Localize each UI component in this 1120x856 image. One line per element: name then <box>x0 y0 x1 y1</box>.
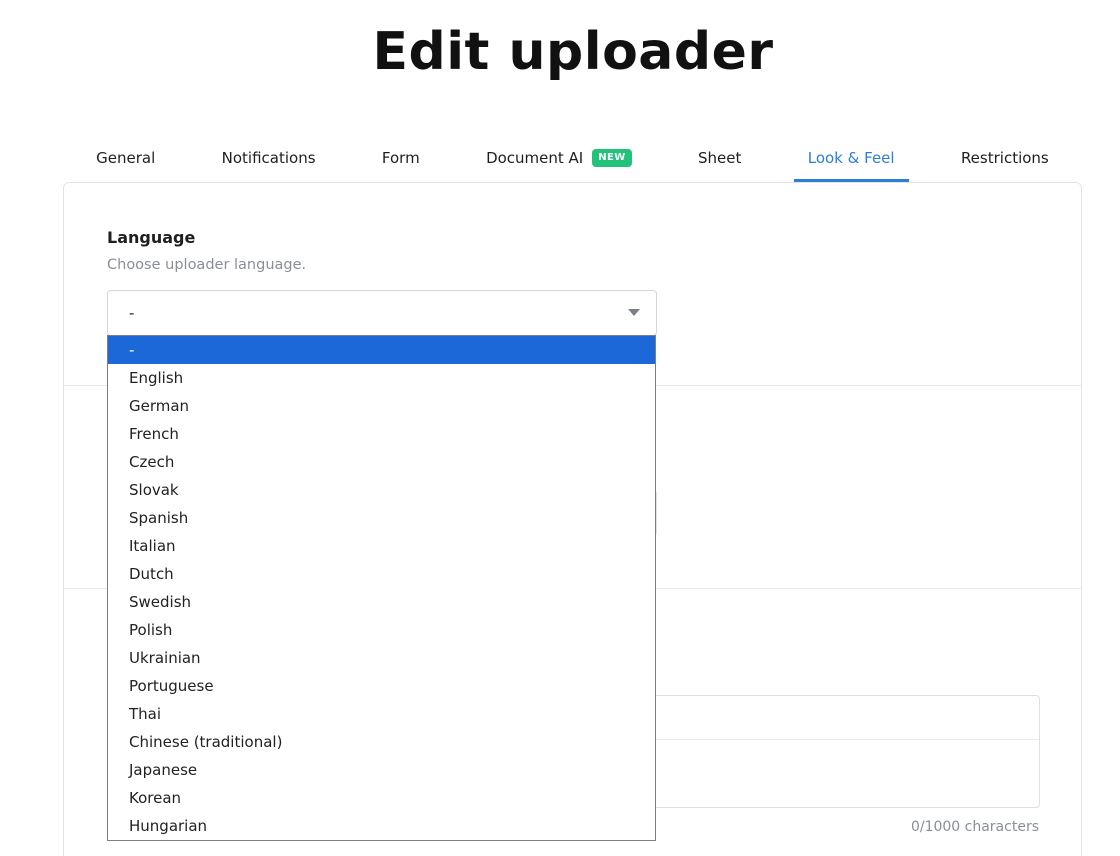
language-option-slovak[interactable]: Slovak <box>108 476 655 504</box>
tab-label: Sheet <box>698 149 742 167</box>
language-option-thai[interactable]: Thai <box>108 700 655 728</box>
tab-label: General <box>96 149 156 167</box>
language-label: Language <box>107 228 196 247</box>
language-option-portuguese[interactable]: Portuguese <box>108 672 655 700</box>
language-option-chinese-traditional[interactable]: Chinese (traditional) <box>108 728 655 756</box>
language-option-none[interactable]: - <box>108 336 655 364</box>
language-option-italian[interactable]: Italian <box>108 532 655 560</box>
character-counter: 0/1000 characters <box>910 819 1039 835</box>
tab-restrictions[interactable]: Restrictions <box>947 136 1063 182</box>
language-option-dutch[interactable]: Dutch <box>108 560 655 588</box>
tab-label: Form <box>381 149 420 167</box>
edit-uploader-page: Edit uploader General Notifications Form… <box>0 0 1120 856</box>
language-option-swedish[interactable]: Swedish <box>108 588 655 616</box>
tab-general[interactable]: General <box>82 136 169 182</box>
language-selected-value: - <box>129 304 135 322</box>
page-title: Edit uploader <box>372 22 774 82</box>
language-option-ukrainian[interactable]: Ukrainian <box>108 644 655 672</box>
tab-sheet[interactable]: Sheet <box>684 136 755 182</box>
chevron-down-icon <box>628 309 640 316</box>
language-dropdown-list[interactable]: - English German French Czech Slovak Spa… <box>107 335 656 841</box>
new-badge: NEW <box>592 149 632 167</box>
language-option-polish[interactable]: Polish <box>108 616 655 644</box>
language-option-english[interactable]: English <box>108 364 655 392</box>
tab-notifications[interactable]: Notifications <box>208 136 330 182</box>
language-option-korean[interactable]: Korean <box>108 784 655 812</box>
tab-label: Look & Feel <box>807 149 895 167</box>
language-option-czech[interactable]: Czech <box>108 448 655 476</box>
language-option-hungarian[interactable]: Hungarian <box>108 812 655 840</box>
language-option-spanish[interactable]: Spanish <box>108 504 655 532</box>
tab-form[interactable]: Form <box>368 136 434 182</box>
tab-label: Notifications <box>221 149 316 167</box>
language-option-french[interactable]: French <box>108 420 655 448</box>
tab-document-ai[interactable]: Document AI NEW <box>472 136 646 182</box>
language-help-text: Choose uploader language. <box>107 257 307 273</box>
language-option-japanese[interactable]: Japanese <box>108 756 655 784</box>
tab-label: Restrictions <box>960 149 1049 167</box>
tab-label: Document AI <box>486 149 584 167</box>
tab-bar: General Notifications Form Document AI N… <box>63 136 1082 182</box>
tab-look-and-feel[interactable]: Look & Feel <box>793 136 909 182</box>
language-select[interactable]: - <box>107 290 657 336</box>
language-option-german[interactable]: German <box>108 392 655 420</box>
